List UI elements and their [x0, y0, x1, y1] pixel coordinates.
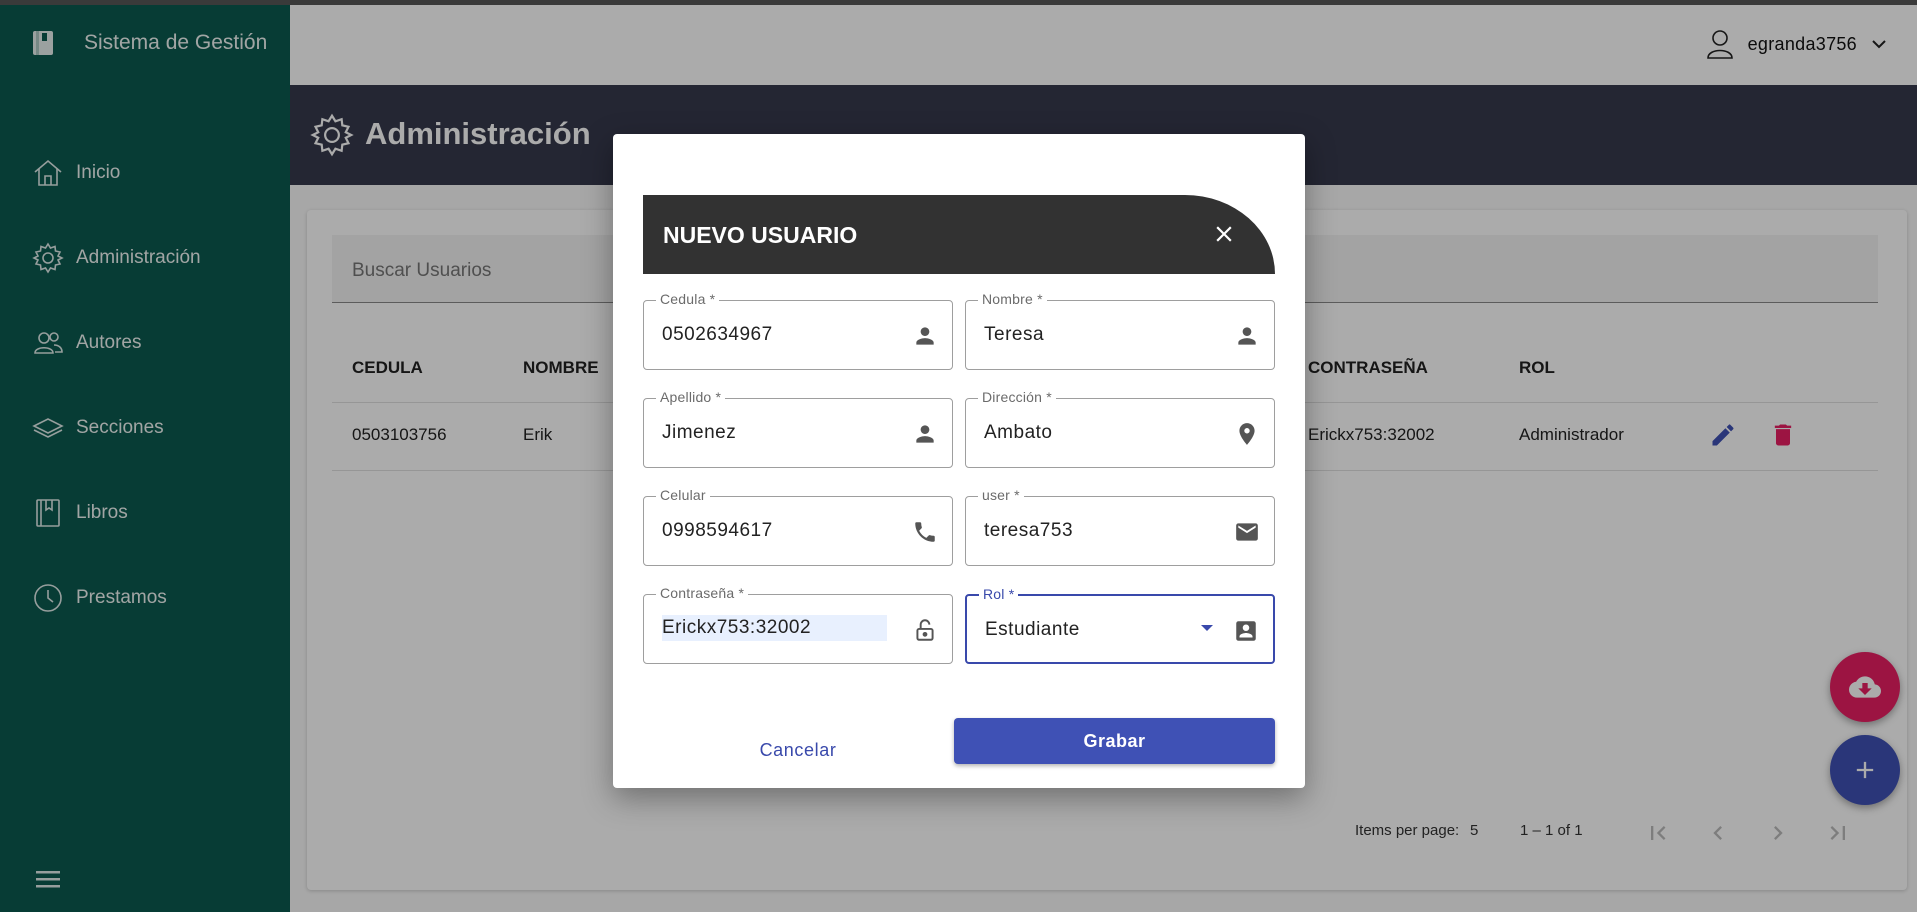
person-icon	[916, 425, 934, 443]
contact-card-icon	[1236, 621, 1256, 641]
field-value: 0502634967	[662, 324, 773, 345]
user-field[interactable]: user * teresa753	[965, 487, 1275, 566]
field-value: Jimenez	[662, 422, 737, 443]
field-label: Apellido *	[656, 389, 726, 405]
rol-select[interactable]: Rol * Estudiante	[965, 586, 1275, 664]
dialog-header: NUEVO USUARIO	[643, 195, 1275, 274]
nombre-field[interactable]: Nombre * Teresa	[965, 291, 1275, 370]
apellido-field[interactable]: Apellido * Jimenez	[643, 389, 953, 468]
cedula-field[interactable]: Cedula * 0502634967	[643, 291, 953, 370]
field-label: Rol *	[979, 586, 1019, 602]
lock-open-icon[interactable]	[912, 617, 938, 643]
window-top-border	[0, 0, 1917, 5]
person-icon	[916, 327, 934, 345]
field-value: Erickx753:32002	[662, 615, 887, 641]
dropdown-arrow-icon[interactable]	[1201, 625, 1213, 631]
field-label: user *	[978, 487, 1024, 503]
field-label: Celular	[656, 487, 710, 503]
field-label: Cedula *	[656, 291, 720, 307]
close-icon[interactable]	[1211, 221, 1237, 247]
field-label: Contraseña *	[656, 585, 749, 601]
contrasena-field[interactable]: Contraseña * Erickx753:32002	[643, 585, 953, 664]
phone-icon	[915, 522, 935, 542]
field-value: Estudiante	[985, 619, 1080, 640]
new-user-dialog: NUEVO USUARIO Cedula * 0502634967 Nombre…	[613, 134, 1305, 788]
field-label: Dirección *	[978, 389, 1056, 405]
direccion-field[interactable]: Dirección * Ambato	[965, 389, 1275, 468]
field-value: Ambato	[984, 422, 1053, 443]
field-value: 0998594617	[662, 520, 773, 541]
save-button[interactable]: Grabar	[954, 718, 1275, 764]
dialog-title: NUEVO USUARIO	[663, 222, 858, 248]
person-icon	[1238, 327, 1256, 345]
celular-field[interactable]: Celular 0998594617	[643, 487, 953, 566]
field-value: teresa753	[984, 520, 1074, 541]
cancel-button[interactable]: Cancelar	[733, 730, 863, 770]
field-value: Teresa	[984, 324, 1045, 345]
location-pin-icon	[1239, 423, 1255, 445]
email-icon	[1236, 523, 1258, 541]
field-label: Nombre *	[978, 291, 1047, 307]
